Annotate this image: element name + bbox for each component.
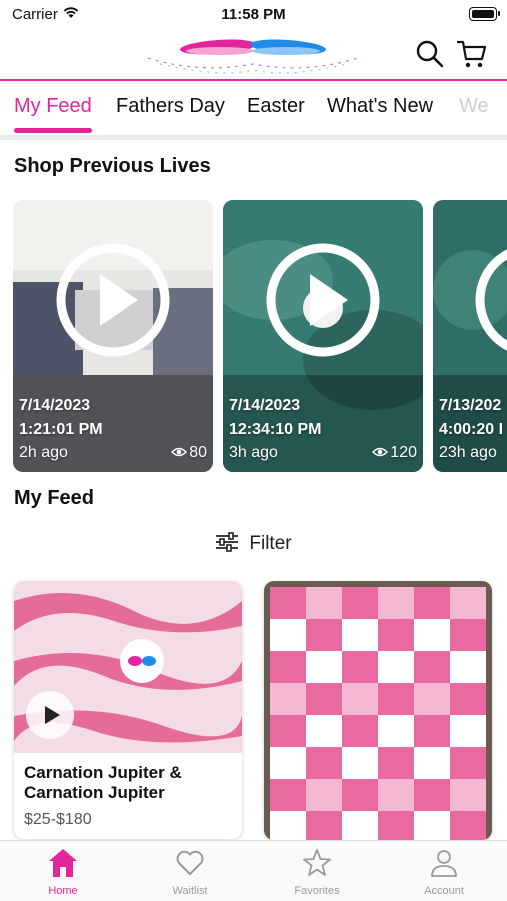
tab-account-label: Account [424, 885, 464, 897]
app-header [0, 30, 507, 80]
tab-waitlist[interactable]: Waitlist [127, 841, 253, 901]
tab-fathers-day[interactable]: Fathers Day [116, 95, 225, 118]
brand-logo[interactable] [140, 34, 366, 78]
my-feed-title: My Feed [14, 487, 95, 509]
play-icon [266, 243, 380, 357]
sliders-icon [216, 532, 239, 552]
status-bar: Carrier 11:58 PM [0, 0, 507, 30]
tab-waitlist-label: Waitlist [172, 885, 208, 897]
play-icon [475, 249, 507, 351]
tab-partial[interactable]: We [459, 95, 489, 118]
filter-button[interactable]: Filter [0, 532, 507, 555]
live-date: 7/13/202 [439, 397, 502, 414]
product-image [14, 581, 242, 753]
live-views: 80 [171, 444, 207, 462]
category-tabs: My Feed Fathers Day Easter What's New We [0, 82, 507, 134]
live-datetime: 7/13/202 4:00:20 I [439, 394, 503, 442]
star-icon [303, 849, 331, 876]
clock: 11:58 PM [221, 6, 286, 23]
live-time: 12:34:10 PM [229, 421, 322, 438]
live-ago: 2h ago [19, 444, 68, 461]
product-name: Carnation Jupiter & Carnation Jupiter [24, 763, 182, 802]
eye-icon [372, 447, 389, 457]
previous-live-card[interactable]: 7/14/2023 12:34:10 PM 3h ago 120 [223, 200, 423, 472]
feed-product-card[interactable]: Carnation Jupiter & Carnation Jupiter $2… [14, 581, 242, 839]
eye-icon [171, 447, 188, 457]
tab-account[interactable]: Account [381, 841, 507, 901]
live-views: 120 [372, 444, 417, 462]
live-view-count: 120 [390, 444, 417, 461]
product-image [264, 581, 492, 840]
heart-icon [176, 850, 204, 875]
previous-live-card[interactable]: 7/13/202 4:00:20 I 23h ago [433, 200, 507, 472]
filter-label: Filter [249, 533, 292, 554]
tab-home-label: Home [48, 885, 78, 897]
tab-my-feed[interactable]: My Feed [14, 95, 92, 118]
section-divider [0, 135, 507, 140]
play-icon[interactable] [26, 691, 74, 739]
tab-home[interactable]: Home [0, 841, 126, 901]
bottom-tab-bar: Home Waitlist Favorites Account [0, 840, 507, 901]
live-view-count: 80 [189, 444, 207, 461]
tab-easter[interactable]: Easter [247, 95, 305, 118]
tab-favorites-label: Favorites [294, 885, 340, 897]
live-ago: 3h ago [229, 444, 278, 461]
live-time: 1:21:01 PM [19, 421, 103, 438]
account-icon [431, 850, 457, 877]
feed-product-card[interactable] [264, 581, 492, 840]
live-date: 7/14/2023 [229, 397, 301, 414]
tab-favorites[interactable]: Favorites [254, 841, 380, 901]
home-icon [49, 849, 77, 877]
active-tab-indicator [14, 128, 92, 133]
play-icon [56, 243, 170, 357]
live-datetime: 7/14/2023 1:21:01 PM [19, 394, 103, 442]
product-price: $25-$180 [24, 811, 92, 828]
live-time: 4:00:20 I [439, 421, 504, 438]
live-ago: 23h ago [439, 444, 497, 461]
live-datetime: 7/14/2023 12:34:10 PM [229, 394, 322, 442]
shop-previous-lives-title: Shop Previous Lives [14, 155, 211, 177]
tab-whats-new[interactable]: What's New [327, 95, 433, 118]
live-date: 7/14/2023 [19, 397, 91, 414]
header-divider [0, 79, 507, 81]
search-icon[interactable] [414, 38, 446, 70]
cart-icon[interactable] [456, 38, 488, 70]
battery-icon [469, 7, 500, 21]
previous-live-card[interactable]: 7/14/2023 1:21:01 PM 2h ago 80 [13, 200, 213, 472]
